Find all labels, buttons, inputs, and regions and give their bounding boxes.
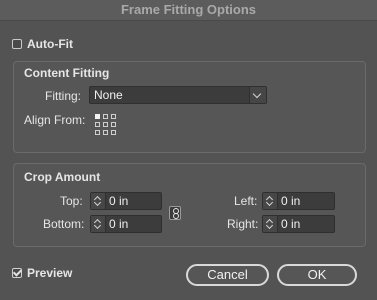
crop-right-stepper-icon[interactable] <box>263 216 278 232</box>
reference-point-bottom-right[interactable] <box>111 130 116 135</box>
auto-fit-label: Auto-Fit <box>27 37 73 51</box>
link-chain-icon[interactable] <box>169 206 181 220</box>
crop-bottom-stepper-icon[interactable] <box>91 216 106 232</box>
crop-bottom-value: 0 in <box>109 217 129 231</box>
crop-bottom-field[interactable]: 0 in <box>90 215 162 233</box>
crop-bottom-label: Bottom: <box>43 217 85 231</box>
crop-left-stepper-icon[interactable] <box>263 193 278 209</box>
reference-point-middle-left[interactable] <box>95 122 100 127</box>
preview-checkbox[interactable] <box>12 268 22 278</box>
fitting-value: None <box>94 88 123 102</box>
fitting-dropdown[interactable]: None <box>89 86 267 104</box>
crop-top-label: Top: <box>60 194 83 208</box>
reference-point-grid-icon[interactable] <box>95 114 116 135</box>
reference-point-top-right[interactable] <box>111 114 116 119</box>
auto-fit-checkbox[interactable] <box>12 39 22 49</box>
reference-point-bottom-center[interactable] <box>103 130 108 135</box>
crop-top-value: 0 in <box>109 194 129 208</box>
fitting-label: Fitting: <box>45 89 82 103</box>
reference-point-top-left[interactable] <box>95 114 100 119</box>
crop-right-label: Right: <box>227 217 259 231</box>
reference-point-top-center[interactable] <box>103 114 108 119</box>
crop-amount-title: Crop Amount <box>24 170 101 184</box>
reference-point-bottom-left[interactable] <box>95 130 100 135</box>
preview-label: Preview <box>27 266 73 280</box>
crop-left-value: 0 in <box>281 194 301 208</box>
crop-left-label: Left: <box>234 194 258 208</box>
align-from-label: Align From: <box>24 113 86 127</box>
crop-left-field[interactable]: 0 in <box>262 192 335 210</box>
content-fitting-title: Content Fitting <box>24 66 110 80</box>
crop-top-field[interactable]: 0 in <box>90 192 162 210</box>
crop-right-field[interactable]: 0 in <box>262 215 335 233</box>
ok-button[interactable]: OK <box>277 264 357 286</box>
reference-point-center[interactable] <box>103 122 108 127</box>
reference-point-middle-right[interactable] <box>111 122 116 127</box>
chevron-down-icon <box>252 89 262 99</box>
crop-top-stepper-icon[interactable] <box>91 193 106 209</box>
cancel-button[interactable]: Cancel <box>186 264 269 286</box>
window-title: Frame Fitting Options <box>0 0 377 21</box>
frame-fitting-options-dialog: Frame Fitting Options Auto-Fit Content F… <box>0 0 377 300</box>
crop-right-value: 0 in <box>281 217 301 231</box>
fitting-dropdown-button[interactable] <box>249 87 266 103</box>
